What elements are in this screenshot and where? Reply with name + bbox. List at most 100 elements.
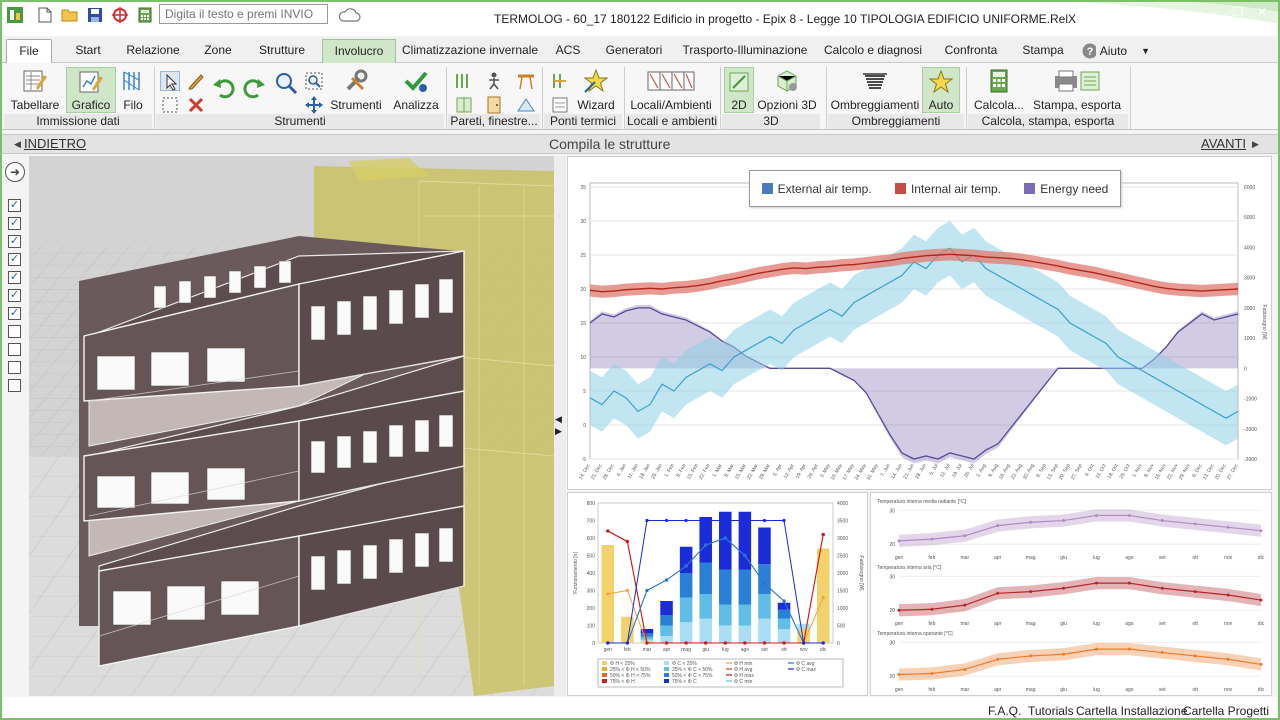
x-tick-label: nov xyxy=(1224,687,1233,693)
zoom-icon[interactable] xyxy=(274,71,298,95)
locali-ambienti-button[interactable]: Locali/Ambienti xyxy=(630,67,712,113)
restore-icon[interactable]: ❐ xyxy=(1228,5,1248,19)
2d-button[interactable]: 2D xyxy=(724,67,754,113)
layer-checkbox[interactable]: ✓ xyxy=(8,199,21,212)
layer-checkbox[interactable] xyxy=(8,325,21,338)
pan-icon[interactable] xyxy=(304,95,324,115)
layer-checkbox[interactable]: ✓ xyxy=(8,271,21,284)
legend-swatch xyxy=(664,679,669,683)
temperature-point xyxy=(1094,581,1098,585)
strumenti-button[interactable]: Strumenti xyxy=(330,67,382,113)
cloud-icon[interactable] xyxy=(336,4,362,26)
group-separator xyxy=(966,67,967,129)
layer-checkbox[interactable]: ✓ xyxy=(8,217,21,230)
ombreggiamenti-button[interactable]: Ombreggiamenti xyxy=(831,67,919,113)
app-icon[interactable] xyxy=(4,4,26,26)
tab-trasporto-illuminazione[interactable]: Trasporto-Illuminazione xyxy=(680,39,810,63)
tab-aiuto-label: Aiuto xyxy=(1099,43,1128,58)
analizza-button[interactable]: Analizza xyxy=(392,67,440,113)
temperature-point xyxy=(930,672,934,676)
auto-label: Auto xyxy=(928,98,954,112)
tab-stampa[interactable]: Stampa xyxy=(1016,39,1070,63)
x-tick-label: mar xyxy=(961,621,970,627)
tab-relazione[interactable]: Relazione xyxy=(120,39,186,63)
tutorials-link[interactable]: Tutorials xyxy=(1028,704,1074,718)
projects-folder-link[interactable]: Cartella Progetti xyxy=(1183,704,1269,718)
tab-climatizzazione-invernale[interactable]: Climatizzazione invernale xyxy=(402,39,538,63)
layer-checkbox[interactable] xyxy=(8,361,21,374)
minimize-icon[interactable]: – xyxy=(1205,5,1225,19)
beam-icon[interactable] xyxy=(516,71,536,91)
arrow-right-circle-icon[interactable]: ➜ xyxy=(5,162,25,182)
wizard-button[interactable]: Wizard xyxy=(574,67,618,113)
tab-generatori[interactable]: Generatori xyxy=(600,39,668,63)
stampa-esporta-button[interactable]: Stampa, esporta xyxy=(1032,67,1122,113)
tab-calcolo-diagnosi[interactable]: Calcolo e diagnosi xyxy=(822,39,924,63)
marquee-select-icon[interactable] xyxy=(160,95,180,115)
layer-checkbox[interactable]: ✓ xyxy=(8,235,21,248)
roof-window-icon[interactable] xyxy=(516,95,536,115)
collapse-left-icon[interactable]: ◀ xyxy=(555,414,562,425)
opzioni-3d-button[interactable]: Opzioni 3D xyxy=(757,67,817,113)
door-icon[interactable] xyxy=(484,95,504,115)
new-file-icon[interactable] xyxy=(34,4,56,26)
y-right-tick-label: 0 xyxy=(837,641,840,647)
pencil-icon[interactable] xyxy=(186,71,206,91)
tab-confronta[interactable]: Confronta xyxy=(938,39,1004,63)
zoom-window-icon[interactable] xyxy=(304,71,324,91)
tabellare-button[interactable]: Tabellare xyxy=(8,67,62,113)
legend-swatch xyxy=(894,183,906,194)
installation-folder-link[interactable]: Cartella Installazione xyxy=(1076,704,1187,718)
thermal-bridge-icon[interactable] xyxy=(550,71,570,91)
back-link[interactable]: INDIETRO xyxy=(24,136,86,151)
undo-icon[interactable] xyxy=(212,75,236,99)
delete-icon[interactable] xyxy=(186,95,206,115)
view-splitter[interactable]: ◀ ▶ xyxy=(554,156,566,696)
select-arrow-icon[interactable] xyxy=(160,71,180,91)
faq-link[interactable]: F.A.Q. xyxy=(988,704,1021,718)
tab-acs[interactable]: ACS xyxy=(548,39,588,63)
calculator-icon[interactable] xyxy=(134,4,156,26)
building-3d-view[interactable] xyxy=(29,156,554,696)
tab-strutture[interactable]: Strutture xyxy=(250,39,314,63)
layer-checkbox[interactable]: ✓ xyxy=(8,253,21,266)
tab-aiuto[interactable]: ? Aiuto ▼ xyxy=(1080,39,1150,63)
layer-checkbox[interactable]: ✓ xyxy=(8,307,21,320)
tab-zone[interactable]: Zone xyxy=(196,39,240,63)
wall-icon[interactable] xyxy=(454,71,474,91)
collapse-right-icon[interactable]: ▶ xyxy=(555,426,562,437)
next-link[interactable]: AVANTI xyxy=(1201,136,1246,151)
calcola-button[interactable]: Calcola... xyxy=(972,67,1026,113)
building-3d-model[interactable] xyxy=(29,156,554,696)
grafico-button[interactable]: Grafico xyxy=(66,67,116,113)
x-tick-label: 1. Mar xyxy=(711,463,723,479)
layer-checkbox[interactable]: ✓ xyxy=(8,289,21,302)
temperature-point xyxy=(1094,513,1098,517)
window-pane-icon[interactable] xyxy=(454,95,474,115)
series-point xyxy=(664,518,669,523)
close-icon[interactable]: ✕ xyxy=(1252,5,1272,19)
series-point xyxy=(645,518,649,523)
check-analyze-icon xyxy=(403,67,429,95)
layer-checkbox[interactable] xyxy=(8,379,21,392)
redo-icon[interactable] xyxy=(242,75,266,99)
auto-button[interactable]: Auto xyxy=(922,67,960,113)
filo-button[interactable]: Filo xyxy=(118,67,148,113)
temperature-point xyxy=(963,534,967,538)
save-icon[interactable] xyxy=(84,4,106,26)
x-tick-label: 29. Nov xyxy=(1178,463,1192,481)
open-folder-icon[interactable] xyxy=(59,4,81,26)
tab-file[interactable]: File xyxy=(6,39,52,63)
y-right-axis-label: Fabbisogno [W] xyxy=(858,555,864,591)
person-icon[interactable] xyxy=(484,71,504,91)
target-icon[interactable] xyxy=(109,4,131,26)
thermal-bridge-list-icon[interactable] xyxy=(550,95,570,115)
layer-checkbox[interactable] xyxy=(8,343,21,356)
tab-start[interactable]: Start xyxy=(62,39,114,63)
x-tick-label: 2. Aug xyxy=(975,463,987,478)
bar-segment xyxy=(660,615,673,626)
x-tick-label: apr xyxy=(994,687,1002,693)
search-input[interactable] xyxy=(159,4,328,24)
x-tick-label: mar xyxy=(961,555,970,561)
tab-involucro[interactable]: Involucro xyxy=(322,39,396,63)
